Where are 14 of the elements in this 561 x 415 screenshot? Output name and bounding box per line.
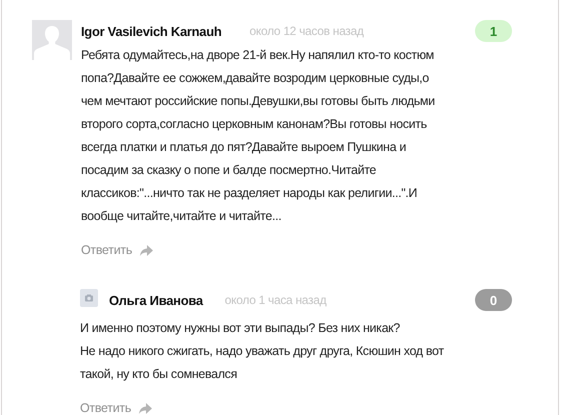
reply-link[interactable]: Ответить: [81, 243, 154, 257]
comment-text: Ребята одумайтесь,на дворе 21-й век.Ну напялил кто-то костюм попа?Давайте ее сожжем,давайте возродим церковные суды,о чем мечтают российские попы.Девушки,вы готовы быть людьми второго сорта,согласно церковным канонам?Вы готовы носить всегда платки и платья до пят?Давайте выроем Пушкина и посадим за сказку о попе и балде посмертно.Читайте классиков:"...ничто так не разделяет народы как религии...".И вообще читайте,читайте и читайте...: [81, 47, 436, 225]
comment-text: И именно поэтому нужны вот эти выпады? Без них никак? Не надо никого сжигать, надо уважать друг друга, Ксюшин ход вот такой, ну кто бы сомневался: [80, 320, 445, 383]
camera-icon: [80, 289, 98, 307]
vote-count: 1: [475, 20, 512, 42]
comment-time: около 1 часа назад: [224, 293, 326, 307]
arrow-icon: [139, 402, 152, 414]
avatar-icon: [32, 20, 72, 60]
author-name: Igor Vasilevich Karnauh: [81, 24, 222, 38]
reply-link[interactable]: Ответить: [80, 401, 152, 415]
author-name: Ольга Иванова: [109, 292, 203, 308]
arrow-icon: [140, 244, 154, 256]
vote-count: 0: [475, 289, 512, 311]
comment-time: около 12 часов назад: [250, 24, 364, 38]
